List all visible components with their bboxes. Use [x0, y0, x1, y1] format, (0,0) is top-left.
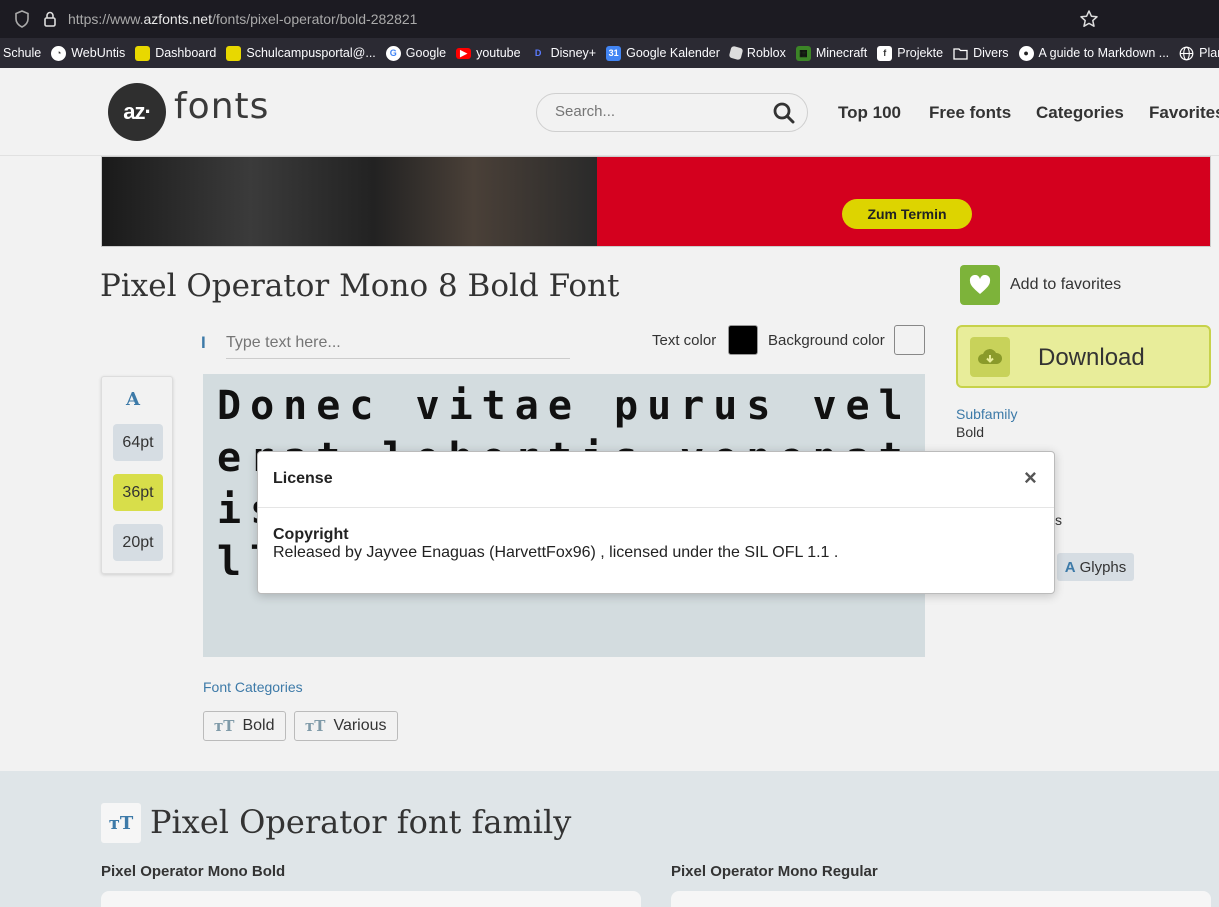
youtube-icon: ▶	[456, 47, 472, 59]
projekte-icon: f	[877, 45, 893, 61]
modal-title: License	[273, 470, 333, 487]
lock-icon[interactable]	[43, 10, 57, 33]
bookmark-dashboard[interactable]: Dashboard	[135, 45, 216, 61]
shield-icon[interactable]	[14, 10, 30, 33]
bookmark-roblox[interactable]: Roblox	[728, 45, 786, 61]
bookmark-disney[interactable]: D Disney+	[531, 46, 596, 61]
copyright-text: Released by Jayvee Enaguas (HarvettFox96…	[273, 544, 839, 561]
bookmark-divers[interactable]: Divers	[953, 46, 1009, 61]
folder-icon	[953, 46, 968, 61]
page-content: az· fonts Top 100 Free fonts Categories …	[0, 68, 1219, 907]
github-icon: ●	[1018, 45, 1034, 61]
calendar-icon: 31	[606, 45, 622, 61]
bookmark-plans[interactable]: Plans	[1179, 46, 1219, 61]
copyright-label: Copyright	[273, 526, 349, 543]
bookmark-google-calendar[interactable]: 31 Google Kalender	[606, 45, 720, 61]
globe-icon	[1179, 46, 1194, 61]
bookmark-schulcampusportal[interactable]: Schulcampusportal@...	[226, 45, 376, 61]
address-field[interactable]: https://www.azfonts.net/fonts/pixel-oper…	[68, 11, 417, 27]
bookmark-markdown-guide[interactable]: ● A guide to Markdown ...	[1018, 45, 1169, 61]
dashboard-icon	[135, 45, 151, 61]
webuntis-icon: ◔	[51, 45, 67, 61]
star-icon[interactable]	[1079, 9, 1099, 34]
bookmark-projekte[interactable]: f Projekte	[877, 45, 943, 61]
browser-url-bar: https://www.azfonts.net/fonts/pixel-oper…	[0, 0, 1219, 38]
minecraft-icon: ▦	[795, 45, 811, 61]
disney-icon: D	[534, 48, 542, 58]
bookmark-webuntis[interactable]: ◔ WebUntis	[51, 45, 125, 61]
google-icon: G	[385, 45, 401, 61]
modal-header: License ×	[258, 452, 1054, 508]
schulcampus-icon	[226, 45, 242, 61]
bookmarks-bar: Schule ◔ WebUntis Dashboard Schulcampuspo…	[0, 38, 1219, 68]
bookmark-schule[interactable]: Schule	[3, 46, 41, 60]
bookmark-google[interactable]: G Google	[385, 45, 446, 61]
roblox-icon	[728, 45, 744, 61]
bookmark-youtube[interactable]: ▶ youtube	[456, 46, 521, 60]
close-icon[interactable]: ×	[1024, 467, 1037, 489]
license-modal: License × Copyright Released by Jayvee E…	[257, 451, 1055, 594]
bookmark-minecraft[interactable]: ▦ Minecraft	[795, 45, 867, 61]
